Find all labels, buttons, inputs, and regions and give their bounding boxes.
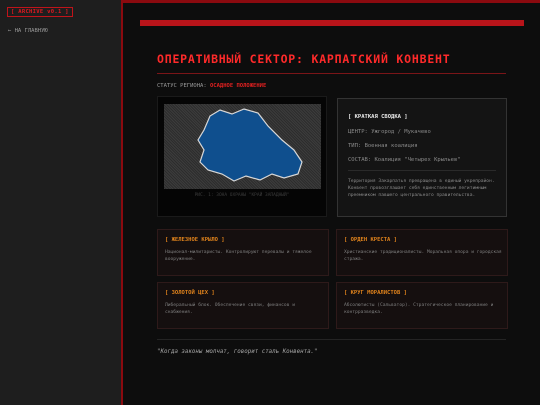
- faction-description: Национал-милитаристы. Контролируют перев…: [165, 250, 312, 262]
- faction-title: [ ОРДЕН КРЕСТА ]: [344, 237, 397, 243]
- faction-card-order-of-cross: [ ОРДЕН КРЕСТА ] Христианские традициона…: [336, 229, 508, 276]
- faction-description: Абсолютисты (Сальватор). Стратегическое …: [344, 303, 494, 315]
- region-territory-shape: [197, 108, 303, 182]
- main-panel: ОПЕРАТИВНЫЙ СЕКТОР: КАРПАТСКИЙ КОНВЕНТ С…: [123, 3, 540, 405]
- faction-title: [ ЗОЛОТОЙ ЦЕХ ]: [165, 290, 215, 296]
- summary-center: ЦЕНТР: Ужгород / Мукачево: [348, 129, 431, 135]
- summary-panel: [ КРАТКАЯ СВОДКА ] ЦЕНТР: Ужгород / Мука…: [337, 98, 507, 217]
- status-value: ОСАДНОЕ ПОЛОЖЕНИЕ: [209, 83, 267, 89]
- map-hatched-background: [164, 104, 321, 189]
- faction-card-golden-guild: [ ЗОЛОТОЙ ЦЕХ ] Либеральный блок. Обеспе…: [157, 282, 329, 329]
- territory-outline: [197, 108, 303, 182]
- panel-accent-bar: [140, 20, 524, 26]
- center-label: ЦЕНТР:: [348, 129, 368, 135]
- faction-title: [ КРУГ МОРАЛИСТОВ ]: [344, 290, 407, 296]
- footer-divider: [157, 339, 506, 340]
- region-map: РИС. 1: ЗОНА ОХРАНЫ "КРАЙ ЗАПАДНЫЙ": [157, 96, 327, 217]
- summary-description: Территория Закарпатья превращена в едины…: [348, 179, 495, 198]
- faction-title: [ ЖЕЛЕЗНОЕ КРЫЛО ]: [165, 237, 225, 243]
- summary-type: ТИП: Военная коалиция: [348, 143, 418, 149]
- composition-value: Коалиция "Четырех Крыльев": [374, 157, 461, 163]
- type-value: Военная коалиция: [364, 143, 418, 149]
- faction-description: Либеральный блок. Обеспечение связи, фин…: [165, 303, 295, 315]
- center-value: Ужгород / Мукачево: [371, 129, 431, 135]
- type-label: ТИП:: [348, 143, 362, 149]
- summary-divider: [348, 170, 496, 171]
- faction-card-iron-wing: [ ЖЕЛЕЗНОЕ КРЫЛО ] Национал-милитаристы.…: [157, 229, 329, 276]
- title-underline: [157, 73, 506, 74]
- archive-version-badge: [ ARCHIVE v0.1 ]: [7, 7, 73, 17]
- back-to-main-link[interactable]: ← НА ГЛАВНУЮ: [8, 28, 48, 34]
- composition-label: СОСТАВ:: [348, 157, 372, 163]
- summary-heading: [ КРАТКАЯ СВОДКА ]: [348, 114, 408, 120]
- summary-composition: СОСТАВ: Коалиция "Четырех Крыльев": [348, 157, 461, 163]
- faction-description: Христианские традиционалисты. Моральная …: [344, 250, 502, 262]
- map-caption: РИС. 1: ЗОНА ОХРАНЫ "КРАЙ ЗАПАДНЫЙ": [194, 193, 290, 198]
- footer-quote: "Когда законы молчат, говорит сталь Конв…: [157, 349, 318, 355]
- region-status: СТАТУС РЕГИОНА: ОСАДНОЕ ПОЛОЖЕНИЕ: [157, 83, 266, 89]
- sidebar: [ ARCHIVE v0.1 ] ← НА ГЛАВНУЮ: [0, 0, 121, 405]
- faction-card-moralists-circle: [ КРУГ МОРАЛИСТОВ ] Абсолютисты (Сальват…: [336, 282, 508, 329]
- page-title: ОПЕРАТИВНЫЙ СЕКТОР: КАРПАТСКИЙ КОНВЕНТ: [157, 52, 451, 66]
- status-label: СТАТУС РЕГИОНА:: [157, 83, 207, 89]
